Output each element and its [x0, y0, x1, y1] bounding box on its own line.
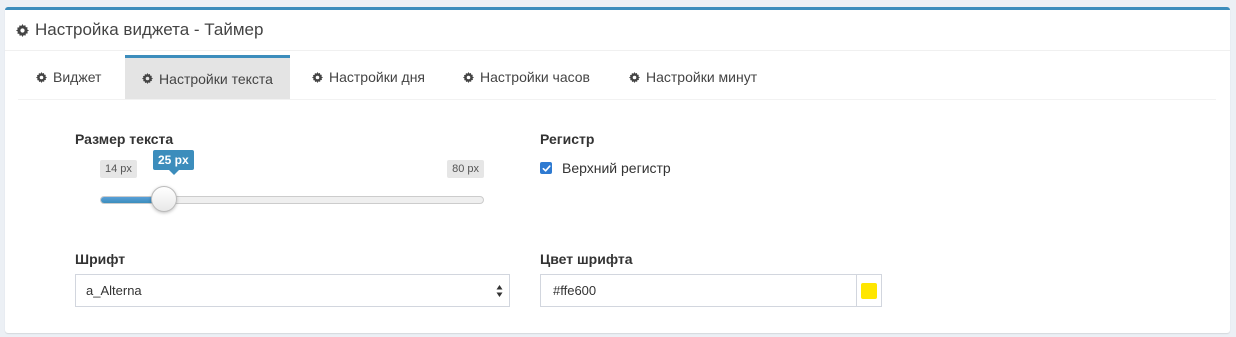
panel-title: Настройка виджета - Таймер	[16, 20, 263, 40]
panel-header: Настройка виджета - Таймер	[5, 10, 1230, 51]
slider-min-label: 14 px	[100, 160, 137, 178]
tab-label: Настройки дня	[329, 69, 426, 85]
tab-label: Виджет	[53, 69, 102, 85]
check-icon	[542, 164, 551, 172]
gear-icon	[629, 71, 640, 83]
tab-day-settings[interactable]: Настройки дня	[312, 55, 425, 99]
tab-text-settings[interactable]: Настройки текста	[125, 55, 290, 99]
gear-icon	[16, 23, 29, 37]
gear-icon	[312, 71, 323, 83]
panel-title-text: Настройка виджета - Таймер	[35, 20, 264, 39]
tab-minute-settings[interactable]: Настройки минут	[629, 55, 757, 99]
gear-icon	[463, 71, 474, 83]
font-select-value: a_Alterna	[86, 283, 142, 298]
tab-label: Настройки минут	[646, 69, 758, 85]
gear-icon	[142, 73, 154, 84]
font-select[interactable]: a_Alterna	[75, 274, 510, 307]
color-picker-button[interactable]	[856, 274, 882, 307]
uppercase-checkbox[interactable]	[540, 162, 552, 174]
tab-label: Настройки часов	[480, 69, 590, 85]
tab-label: Настройки текста	[159, 70, 273, 87]
font-color-label: Цвет шрифта	[540, 251, 633, 267]
slider-value-label: 25 px	[153, 150, 194, 175]
settings-tabs: Виджет Настройки текста Настройки дня На…	[18, 55, 1216, 100]
register-label: Регистр	[540, 131, 595, 147]
uppercase-checkbox-row[interactable]: Верхний регистр	[540, 160, 671, 176]
slider-handle[interactable]	[151, 186, 177, 212]
text-size-slider[interactable]: 14 px 25 px 80 px	[95, 148, 489, 218]
font-color-input[interactable]: #ffe600	[540, 274, 857, 307]
gear-icon	[36, 71, 47, 83]
color-swatch	[861, 282, 877, 299]
tab-widget[interactable]: Виджет	[36, 55, 101, 99]
tab-hour-settings[interactable]: Настройки часов	[463, 55, 590, 99]
text-size-label: Размер текста	[75, 131, 174, 147]
font-label: Шрифт	[75, 251, 126, 267]
slider-max-label: 80 px	[447, 160, 484, 178]
uppercase-checkbox-label: Верхний регистр	[562, 160, 671, 176]
font-color-value: #ffe600	[553, 283, 597, 298]
sort-arrows-icon	[496, 285, 503, 297]
